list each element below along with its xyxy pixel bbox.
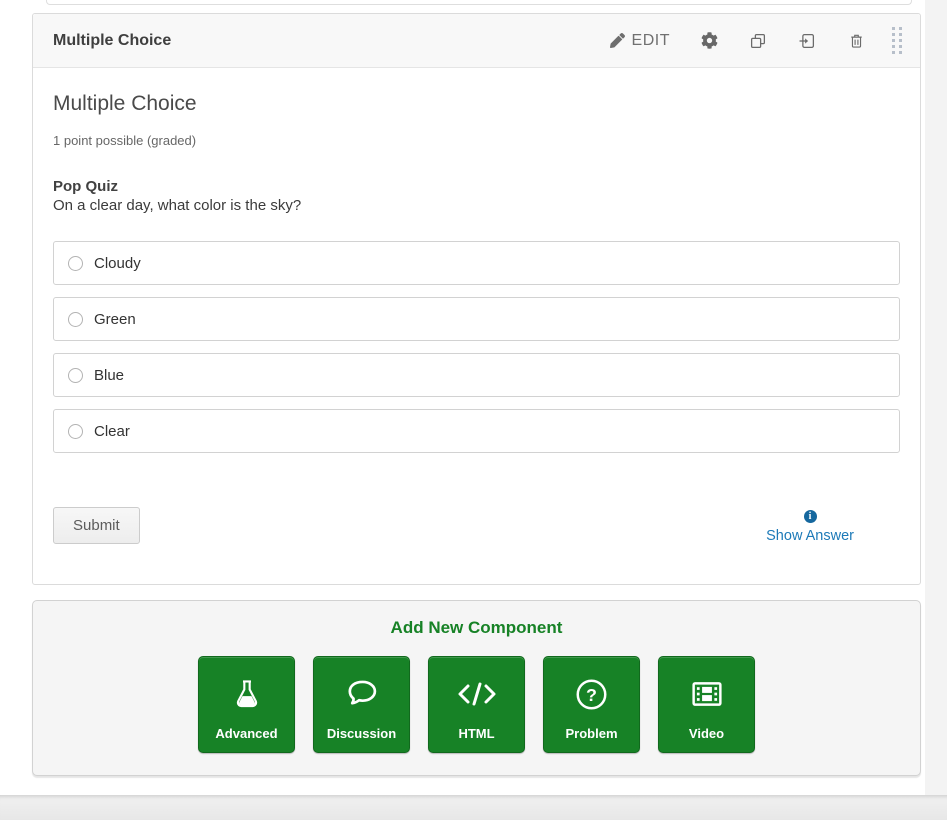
- info-icon[interactable]: i: [804, 510, 817, 523]
- trash-icon: [848, 32, 865, 50]
- add-button-label: HTML: [458, 726, 494, 741]
- radio-button[interactable]: [68, 312, 83, 327]
- choice-row[interactable]: Clear: [53, 409, 900, 453]
- pencil-icon: [610, 33, 625, 48]
- question-label: Pop Quiz: [53, 177, 900, 196]
- add-button-label: Advanced: [215, 726, 277, 741]
- choice-row[interactable]: Green: [53, 297, 900, 341]
- component-card-header: Multiple Choice EDIT: [33, 14, 920, 68]
- add-new-component-panel: Add New Component Advanced Discussion: [32, 600, 921, 776]
- component-card: Multiple Choice EDIT: [32, 13, 921, 585]
- component-title: Multiple Choice: [53, 32, 610, 50]
- page-footer-strip: [0, 795, 947, 820]
- duplicate-icon: [749, 32, 767, 50]
- points-possible-text: 1 point possible (graded): [53, 133, 900, 149]
- choice-label: Blue: [94, 367, 124, 384]
- add-button-label: Video: [689, 726, 724, 741]
- add-new-component-title: Add New Component: [33, 618, 920, 638]
- question-text: On a clear day, what color is the sky?: [53, 196, 900, 215]
- problem-actions-row: Submit i Show Answer: [53, 507, 900, 544]
- gear-icon: [701, 32, 718, 49]
- code-icon: [457, 674, 497, 714]
- add-html-button[interactable]: HTML: [428, 656, 525, 753]
- svg-text:?: ?: [586, 684, 597, 704]
- add-button-label: Discussion: [327, 726, 396, 741]
- speech-bubble-icon: [345, 674, 379, 714]
- choice-label: Clear: [94, 423, 130, 440]
- show-answer-button[interactable]: Show Answer: [766, 528, 854, 544]
- add-button-label: Problem: [565, 726, 617, 741]
- film-strip-icon: [690, 674, 724, 714]
- move-icon: [798, 32, 816, 50]
- submit-button[interactable]: Submit: [53, 507, 140, 544]
- settings-button[interactable]: [699, 31, 719, 51]
- edit-button[interactable]: EDIT: [610, 32, 670, 50]
- add-advanced-button[interactable]: Advanced: [198, 656, 295, 753]
- radio-button[interactable]: [68, 368, 83, 383]
- radio-button[interactable]: [68, 256, 83, 271]
- show-answer-block: i Show Answer: [766, 510, 854, 544]
- choice-label: Green: [94, 311, 136, 328]
- move-button[interactable]: [797, 31, 817, 51]
- problem-body: Multiple Choice 1 point possible (graded…: [33, 68, 920, 584]
- radio-button[interactable]: [68, 424, 83, 439]
- component-actions: EDIT: [610, 23, 906, 58]
- problem-title: Multiple Choice: [53, 92, 900, 116]
- add-problem-button[interactable]: ? Problem: [543, 656, 640, 753]
- choice-label: Cloudy: [94, 255, 141, 272]
- page-right-gutter: [925, 0, 947, 795]
- choice-row[interactable]: Cloudy: [53, 241, 900, 285]
- add-discussion-button[interactable]: Discussion: [313, 656, 410, 753]
- edit-button-label: EDIT: [632, 32, 670, 50]
- add-component-buttons: Advanced Discussion HTML: [33, 656, 920, 753]
- drag-handle-icon[interactable]: [888, 23, 906, 58]
- flask-icon: [231, 674, 263, 714]
- add-video-button[interactable]: Video: [658, 656, 755, 753]
- delete-button[interactable]: [846, 31, 866, 51]
- question-circle-icon: ?: [575, 674, 608, 714]
- choice-row[interactable]: Blue: [53, 353, 900, 397]
- duplicate-button[interactable]: [748, 31, 768, 51]
- previous-component-edge: [46, 0, 912, 5]
